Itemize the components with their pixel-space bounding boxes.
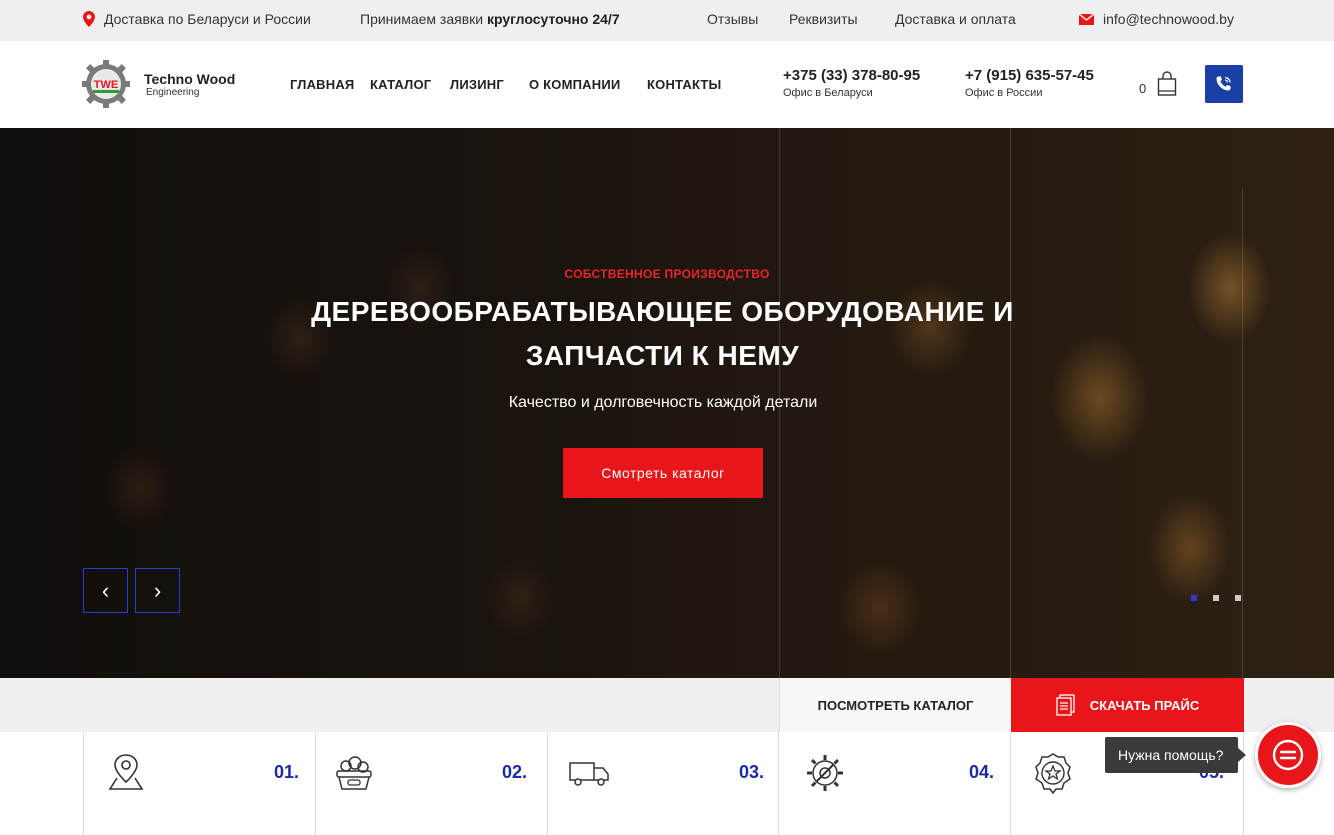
truck-icon (569, 762, 609, 786)
mail-icon (1079, 14, 1094, 25)
svg-text:TWE: TWE (94, 79, 118, 91)
view-catalog-link[interactable]: ПОСМОТРЕТЬ КАТАЛОГ (779, 678, 1011, 732)
phone-icon (1216, 76, 1231, 91)
call-button[interactable] (1205, 65, 1243, 103)
hero-description: Качество и долговечность каждой детали (508, 394, 818, 411)
feature-number: 03. (739, 762, 765, 782)
phone-russia-label: Офис в России (965, 87, 1043, 99)
slider-dot-2[interactable] (1213, 595, 1219, 601)
logo-name[interactable]: Techno Wood (144, 71, 235, 87)
award-star-icon (1035, 753, 1071, 795)
slider-dot-1[interactable] (1191, 595, 1197, 601)
nav-leasing[interactable]: ЛИЗИНГ (450, 77, 504, 92)
feature-card: 01. (83, 732, 316, 835)
slider-dot-3[interactable] (1235, 595, 1241, 601)
action-bar: ПОСМОТРЕТЬ КАТАЛОГ СКАЧАТЬ ПРАЙС (0, 678, 1334, 732)
divider (1242, 188, 1243, 678)
download-price-label: СКАЧАТЬ ПРАЙС (1089, 697, 1200, 713)
accept-hours: круглосуточно 24/7 (487, 11, 620, 27)
gear-wrench-icon (807, 755, 843, 791)
document-icon (1056, 694, 1075, 716)
nav-contacts[interactable]: КОНТАКТЫ (647, 77, 721, 92)
logo-subtitle: Engineering (146, 87, 200, 98)
hero-slider: СОБСТВЕННОЕ ПРОИЗВОДСТВО ДЕРЕВООБРАБАТЫВ… (0, 128, 1334, 678)
map-pin-icon (108, 754, 144, 790)
requisites-link[interactable]: Реквизиты (789, 11, 858, 27)
basket-icon (336, 756, 372, 790)
top-bar: Доставка по Беларуси и России Принимаем … (0, 0, 1334, 41)
email-link[interactable]: info@technowood.by (1103, 11, 1234, 27)
feature-card: 03. (547, 732, 779, 835)
hero-title: ДЕРЕВООБРАБАТЫВАЮЩЕЕ ОБОРУДОВАНИЕ И ЗАПЧ… (311, 296, 1014, 371)
shopping-bag-icon[interactable] (1157, 71, 1177, 97)
cart-count: 0 (1139, 81, 1147, 96)
phone-belarus[interactable]: +375 (33) 378-80-95 (783, 67, 920, 84)
delivery-text: Доставка по Беларуси и России (104, 11, 311, 27)
nav-about[interactable]: О КОМПАНИИ (529, 77, 620, 92)
nav-catalog[interactable]: КАТАЛОГ (370, 77, 431, 92)
help-tooltip: Нужна помощь? (1105, 737, 1246, 773)
feature-number: 01. (274, 762, 300, 782)
reviews-link[interactable]: Отзывы (707, 11, 758, 27)
header: TWE Techno Wood Engineering ГЛАВНАЯ КАТА… (0, 41, 1334, 128)
slider-next-button[interactable]: › (135, 568, 180, 613)
chat-icon (1272, 739, 1304, 771)
logo-gear[interactable]: TWE (82, 59, 130, 109)
phone-russia[interactable]: +7 (915) 635-57-45 (965, 67, 1094, 84)
feature-number: 04. (969, 762, 995, 782)
hero-subtitle: СОБСТВЕННОЕ ПРОИЗВОДСТВО (564, 267, 770, 281)
delivery-payment-link[interactable]: Доставка и оплата (895, 11, 1016, 27)
phone-belarus-label: Офис в Беларуси (783, 87, 873, 99)
view-catalog-button[interactable]: Смотреть каталог (563, 448, 763, 498)
feature-card: 02. (315, 732, 548, 835)
features-row: 01. 02. 03. 04. (83, 732, 1244, 835)
feature-number: 02. (502, 762, 528, 782)
nav-home[interactable]: ГЛАВНАЯ (290, 77, 354, 92)
download-price-button[interactable]: СКАЧАТЬ ПРАЙС (1011, 678, 1244, 732)
accept-prefix: Принимаем заявки (360, 11, 487, 27)
slider-prev-button[interactable]: ‹ (83, 568, 128, 613)
chat-button[interactable] (1255, 722, 1321, 788)
accept-text: Принимаем заявки круглосуточно 24/7 (360, 11, 620, 27)
map-pin-icon (83, 11, 95, 27)
feature-card: 04. (778, 732, 1011, 835)
